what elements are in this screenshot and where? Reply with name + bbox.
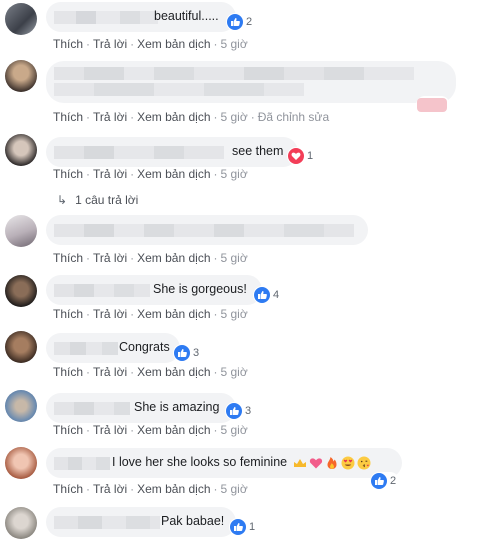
timestamp[interactable]: 5 giờ	[221, 110, 248, 124]
comment-actions: Thích · Trả lời · Xem bản dịch · 5 giờ	[53, 251, 248, 265]
like-reaction-icon	[174, 345, 190, 361]
translate-link[interactable]: Xem bản dịch	[137, 37, 210, 51]
avatar[interactable]	[5, 447, 37, 479]
comment-bubble	[46, 61, 456, 103]
reply-link[interactable]: Trả lời	[93, 423, 127, 437]
blurred-author-name	[54, 11, 158, 24]
timestamp[interactable]: 5 giờ	[221, 307, 248, 321]
reaction-count[interactable]: 2	[370, 472, 400, 490]
comment-actions: Thích · Trả lời · Xem bản dịch · 5 giờ · Đã chỉn…	[53, 110, 330, 124]
avatar[interactable]	[5, 331, 37, 363]
avatar[interactable]	[5, 3, 37, 35]
comment-bubble: She is gorgeous!	[46, 275, 262, 305]
timestamp[interactable]: 5 giờ	[221, 423, 248, 437]
reply-arrow-icon: ↳	[57, 193, 68, 207]
translate-link[interactable]: Xem bản dịch	[137, 110, 210, 124]
translate-link[interactable]: Xem bản dịch	[137, 307, 210, 321]
translate-link[interactable]: Xem bản dịch	[137, 365, 210, 379]
comment-text: beautiful.....	[154, 9, 219, 23]
avatar[interactable]	[5, 60, 37, 92]
comment-bubble: see them	[46, 137, 298, 167]
view-replies-link[interactable]: ↳ 1 câu trả lời	[57, 193, 138, 207]
reaction-count[interactable]: 4	[253, 286, 283, 304]
comment-actions: Thích · Trả lời · Xem bản dịch · 5 giờ	[53, 365, 248, 379]
like-link[interactable]: Thích	[53, 365, 83, 379]
like-reaction-icon	[230, 519, 246, 535]
avatar[interactable]	[5, 215, 37, 247]
reply-link[interactable]: Trả lời	[93, 110, 127, 124]
like-link[interactable]: Thích	[53, 482, 83, 496]
blurred-comment-text	[54, 83, 304, 96]
comment-text: see them	[232, 144, 284, 158]
timestamp[interactable]: 5 giờ	[221, 37, 248, 51]
reply-link[interactable]: Trả lời	[93, 365, 127, 379]
comment-actions: Thích · Trả lời · Xem bản dịch · 5 giờ	[53, 423, 248, 437]
avatar[interactable]	[5, 507, 37, 539]
translate-link[interactable]: Xem bản dịch	[137, 251, 210, 265]
comment-bubble: beautiful.....	[46, 2, 236, 32]
translate-link[interactable]: Xem bản dịch	[137, 167, 210, 181]
like-link[interactable]: Thích	[53, 423, 83, 437]
like-link[interactable]: Thích	[53, 110, 83, 124]
like-reaction-icon	[254, 287, 270, 303]
comment-actions: Thích · Trả lời · Xem bản dịch · 5 giờ	[53, 167, 248, 181]
like-reaction-icon	[227, 14, 243, 30]
reaction-count[interactable]	[416, 96, 450, 114]
comment-actions: Thích · Trả lời · Xem bản dịch · 5 giờ	[53, 482, 248, 496]
like-link[interactable]: Thích	[53, 37, 83, 51]
sparkling-heart-emoji-icon	[309, 456, 323, 470]
reaction-count[interactable]: 1	[229, 518, 259, 536]
blurred-author-name	[54, 457, 110, 470]
blurred-author-name	[54, 402, 130, 415]
blurred-comment-text	[54, 67, 414, 80]
blurred-comment-text	[54, 224, 354, 237]
reply-link[interactable]: Trả lời	[93, 37, 127, 51]
reply-link[interactable]: Trả lời	[93, 482, 127, 496]
comment-bubble: Congrats	[46, 333, 180, 363]
blurred-author-name	[54, 342, 118, 355]
translate-link[interactable]: Xem bản dịch	[137, 482, 210, 496]
avatar[interactable]	[5, 390, 37, 422]
reply-link[interactable]: Trả lời	[93, 167, 127, 181]
heart-reaction-icon	[288, 148, 304, 164]
blurred-author-name	[54, 284, 150, 297]
like-reaction-icon	[226, 403, 242, 419]
like-reaction-icon	[371, 473, 387, 489]
comment-bubble: Pak babae!	[46, 507, 236, 537]
comment-bubble: I love her she looks so feminine	[46, 448, 402, 478]
blowing-kiss-emoji-icon	[357, 456, 371, 470]
comment-bubble	[46, 215, 368, 245]
translate-link[interactable]: Xem bản dịch	[137, 423, 210, 437]
timestamp[interactable]: 5 giờ	[221, 251, 248, 265]
blurred-author-name	[54, 516, 160, 529]
comment-text: I love her she looks so feminine	[112, 455, 371, 470]
timestamp[interactable]: 5 giờ	[221, 167, 248, 181]
comment-actions: Thích · Trả lời · Xem bản dịch · 5 giờ	[53, 307, 248, 321]
comment-bubble: She is amazing	[46, 393, 236, 423]
comment-actions: Thích · Trả lời · Xem bản dịch · 5 giờ	[53, 37, 248, 51]
timestamp[interactable]: 5 giờ	[221, 365, 248, 379]
reaction-count[interactable]: 3	[225, 402, 255, 420]
like-link[interactable]: Thích	[53, 307, 83, 321]
like-link[interactable]: Thích	[53, 167, 83, 181]
edited-label[interactable]: Đã chỉnh sửa	[258, 110, 329, 124]
timestamp[interactable]: 5 giờ	[221, 482, 248, 496]
heart-eyes-emoji-icon	[341, 456, 355, 470]
fire-emoji-icon	[325, 456, 339, 470]
blurred-author-name	[54, 146, 224, 159]
comment-text: Congrats	[119, 340, 170, 354]
crown-emoji-icon	[293, 456, 307, 470]
comment-text: Pak babae!	[161, 514, 225, 528]
avatar[interactable]	[5, 275, 37, 307]
comment-text: She is gorgeous!	[153, 282, 247, 296]
reaction-count[interactable]: 2	[226, 13, 256, 31]
reply-link[interactable]: Trả lời	[93, 251, 127, 265]
reaction-count[interactable]: 3	[173, 344, 203, 362]
avatar[interactable]	[5, 134, 37, 166]
comment-text: She is amazing	[134, 400, 220, 414]
like-link[interactable]: Thích	[53, 251, 83, 265]
reply-link[interactable]: Trả lời	[93, 307, 127, 321]
reaction-count[interactable]: 1	[287, 147, 317, 165]
blurred-reaction	[417, 98, 447, 112]
